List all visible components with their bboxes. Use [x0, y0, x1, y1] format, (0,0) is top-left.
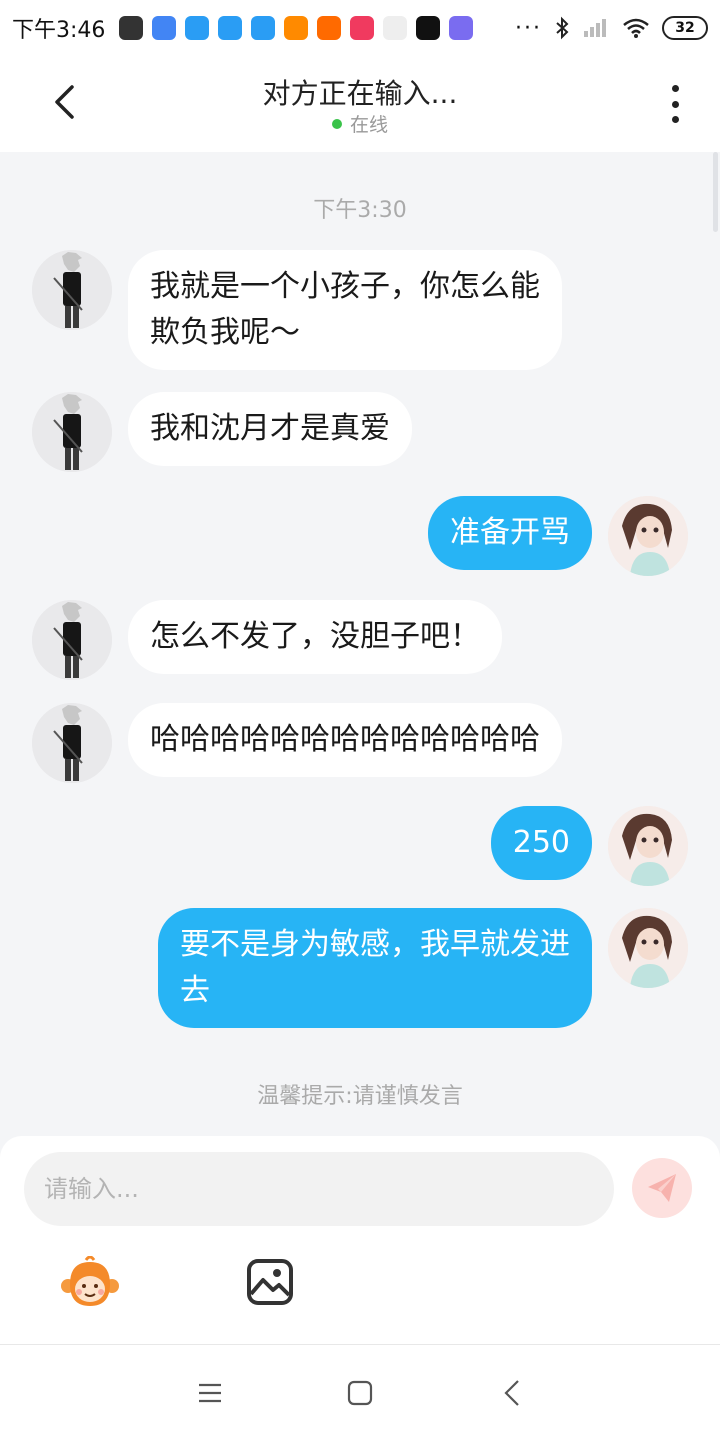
message-input[interactable]	[24, 1152, 614, 1226]
app-colorful-icon	[449, 16, 474, 40]
message-line: 欺负我呢～	[150, 315, 300, 350]
battery-icon: 32	[662, 16, 708, 40]
message-bubble-outgoing[interactable]: 250	[490, 806, 592, 880]
my-avatar[interactable]	[608, 806, 688, 886]
send-button[interactable]	[632, 1158, 692, 1218]
send-icon	[648, 1174, 676, 1202]
image-icon	[247, 1259, 293, 1305]
online-status: 在线	[0, 110, 720, 137]
back-nav-button[interactable]	[492, 1375, 532, 1411]
composer-panel	[0, 1136, 720, 1344]
message-line: 我和沈月才是真爱	[150, 411, 390, 446]
menu-nav-button[interactable]	[190, 1375, 230, 1411]
message-bubble-incoming[interactable]: 怎么不发了，没胆子吧！	[128, 600, 502, 674]
menu-icon	[199, 1383, 221, 1403]
status-bar: 下午3:46 ··· 32	[0, 0, 720, 56]
message-line: 去	[180, 973, 210, 1008]
warning-hint: 温馨提示:请谨慎发言	[257, 1084, 463, 1109]
message-line: 我就是一个小孩子，你怎么能	[150, 269, 540, 304]
app-white-icon	[383, 16, 408, 40]
app-blue-icon-1	[185, 16, 210, 40]
message-timestamp: 下午3:30	[313, 198, 407, 223]
contact-avatar[interactable]	[32, 600, 112, 680]
emoji-monkey-icon	[61, 1255, 119, 1306]
my-avatar[interactable]	[608, 496, 688, 576]
dot	[671, 100, 679, 108]
douyin-icon	[350, 16, 375, 40]
app-blue-icon-3	[251, 16, 276, 40]
online-dot	[331, 118, 342, 129]
app-green-circle-icon	[416, 16, 441, 40]
status-time: 下午3:46	[12, 18, 106, 43]
dot	[671, 85, 679, 92]
contact-avatar[interactable]	[32, 250, 112, 330]
image-button[interactable]	[246, 1258, 294, 1306]
message-line: 怎么不发了，没胆子吧！	[150, 619, 480, 654]
contact-avatar-image	[32, 600, 112, 680]
battery-level: 32	[675, 20, 695, 36]
contact-avatar[interactable]	[32, 392, 112, 472]
my-avatar-image	[608, 806, 688, 886]
status-right: ··· 32	[515, 16, 708, 41]
message-line: 准备开骂	[450, 515, 570, 550]
back-triangle-icon	[504, 1380, 519, 1406]
message-bubble-incoming[interactable]: 哈哈哈哈哈哈哈哈哈哈哈哈哈	[128, 703, 562, 777]
my-avatar[interactable]	[608, 908, 688, 988]
message-line: 哈哈哈哈哈哈哈哈哈哈哈哈哈	[150, 722, 540, 757]
message-bubble-incoming[interactable]: 我和沈月才是真爱	[128, 392, 412, 466]
chat-header: 对方正在输入... 在线	[0, 56, 720, 152]
contact-avatar-image	[32, 250, 112, 330]
message-bubble-outgoing[interactable]: 要不是身为敏感，我早就发进 去	[158, 908, 592, 1028]
app-blue-icon-2	[218, 16, 243, 40]
dot	[671, 116, 679, 123]
my-avatar-image	[608, 496, 688, 576]
bluetooth-icon	[556, 16, 569, 40]
upload-icon	[119, 16, 144, 40]
home-nav-button[interactable]	[340, 1375, 380, 1411]
home-square-icon	[347, 1380, 373, 1406]
signal-icon	[584, 19, 606, 37]
page-title: 对方正在输入...	[262, 77, 458, 110]
app-orange-icon	[317, 16, 342, 40]
more-options-button[interactable]	[660, 82, 690, 126]
overflow-dots: ···	[515, 15, 542, 41]
contact-avatar-image	[32, 703, 112, 783]
message-line: 要不是身为敏感，我早就发进	[180, 927, 570, 962]
system-navigation-bar	[0, 1344, 720, 1440]
emoji-button[interactable]	[60, 1255, 120, 1312]
contact-avatar-image	[32, 392, 112, 472]
wifi-icon	[623, 18, 649, 38]
message-bubble-outgoing[interactable]: 准备开骂	[428, 496, 592, 570]
online-status-label: 在线	[349, 114, 388, 136]
play-store-icon	[152, 16, 177, 40]
message-line: 250	[512, 825, 570, 860]
taobao-icon	[284, 16, 309, 40]
my-avatar-image	[608, 908, 688, 988]
message-bubble-incoming[interactable]: 我就是一个小孩子，你怎么能 欺负我呢～	[128, 250, 562, 370]
notification-icons	[119, 16, 474, 40]
contact-avatar[interactable]	[32, 703, 112, 783]
